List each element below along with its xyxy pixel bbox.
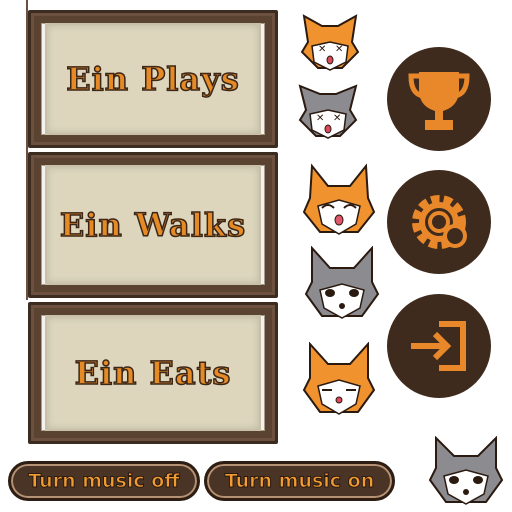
orange-fox-happy-icon (302, 163, 376, 235)
turn-music-on-label: Turn music on (224, 470, 375, 493)
frame-panel: Ein Eats (45, 315, 261, 431)
svg-text:✕: ✕ (316, 113, 324, 124)
ein-plays-button[interactable]: Ein Plays (28, 10, 278, 148)
gray-fox-corner-icon (428, 436, 504, 505)
turn-music-on-button[interactable]: Turn music on (204, 461, 395, 501)
ein-walks-label: Ein Walks (59, 205, 247, 245)
ein-eats-label: Ein Eats (74, 353, 232, 393)
trophy-icon (408, 72, 470, 130)
svg-text:✕: ✕ (335, 44, 343, 55)
frame-panel: Ein Plays (45, 23, 261, 135)
turn-music-off-button[interactable]: Turn music off (8, 461, 200, 501)
gear-icon (412, 195, 467, 249)
gray-fox-dizzy-icon: ✕ ✕ (298, 84, 358, 139)
svg-text:✕: ✕ (333, 113, 341, 124)
turn-music-off-label: Turn music off (28, 470, 180, 493)
exit-button[interactable] (387, 294, 491, 398)
orange-fox-neutral-icon (302, 342, 376, 415)
settings-button[interactable] (387, 170, 491, 274)
exit-icon (411, 321, 466, 371)
gray-fox-happy-icon (304, 246, 380, 319)
svg-text:✕: ✕ (318, 44, 326, 55)
ein-eats-button[interactable]: Ein Eats (28, 302, 278, 444)
frame-panel: Ein Walks (45, 165, 261, 285)
orange-fox-dizzy-icon: ✕ ✕ (300, 14, 360, 71)
trophy-button[interactable] (387, 47, 491, 151)
ein-plays-label: Ein Plays (65, 59, 240, 99)
ein-walks-button[interactable]: Ein Walks (28, 152, 278, 298)
